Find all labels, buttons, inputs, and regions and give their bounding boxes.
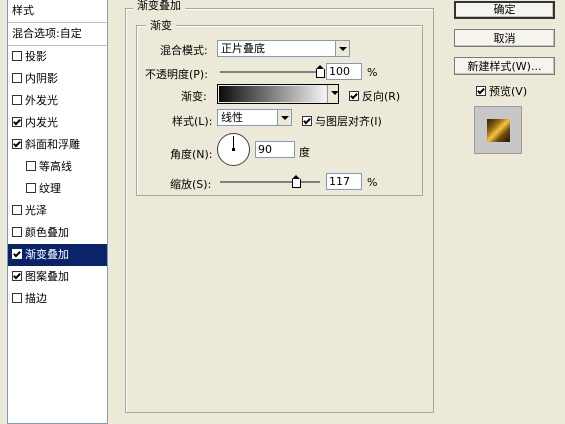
reverse-check-icon — [349, 91, 359, 101]
reverse-label: 反向(R) — [362, 90, 401, 103]
style-select[interactable]: 线性 — [217, 109, 292, 126]
checkbox-icon[interactable] — [12, 227, 22, 237]
style-item[interactable]: 光泽 — [8, 200, 107, 222]
style-item-label: 外发光 — [25, 94, 58, 107]
angle-label: 角度(N): — [170, 148, 213, 161]
style-item-label: 纹理 — [39, 182, 61, 195]
checkbox-icon[interactable] — [12, 51, 22, 61]
style-item-label: 颜色叠加 — [25, 226, 69, 239]
checkbox-icon[interactable] — [12, 205, 22, 215]
style-item-label: 投影 — [25, 50, 47, 63]
gradient-picker[interactable] — [217, 84, 339, 104]
style-item-label: 内阴影 — [25, 72, 58, 85]
angle-input[interactable]: 90 — [255, 141, 295, 158]
style-item-label: 混合选项:自定 — [12, 27, 82, 40]
blend-mode-value: 正片叠底 — [221, 42, 265, 55]
style-value: 线性 — [221, 111, 243, 124]
scale-slider-track[interactable] — [220, 181, 320, 183]
style-item[interactable]: 斜面和浮雕 — [8, 134, 107, 156]
align-with-layer-checkbox[interactable]: 与图层对齐(I) — [302, 113, 382, 129]
ok-button[interactable]: 确定 — [454, 1, 555, 19]
style-item[interactable]: 内发光 — [8, 112, 107, 134]
style-item-label: 光泽 — [25, 204, 47, 217]
style-item[interactable]: 内阴影 — [8, 68, 107, 90]
style-item-label: 等高线 — [39, 160, 72, 173]
align-label: 与图层对齐(I) — [315, 115, 382, 128]
gradient-swatch — [219, 86, 326, 102]
chevron-down-icon — [327, 85, 339, 103]
style-item-label: 内发光 — [25, 116, 58, 129]
checkbox-icon[interactable] — [12, 293, 22, 303]
style-item[interactable]: 图案叠加 — [8, 266, 107, 288]
scale-label: 缩放(S): — [170, 178, 212, 191]
style-item-label: 图案叠加 — [25, 270, 69, 283]
scale-input[interactable]: 117 — [326, 173, 362, 190]
gold-texture-swatch — [487, 119, 510, 142]
opacity-percent: % — [367, 66, 378, 79]
new-style-button[interactable]: 新建样式(W)... — [454, 57, 555, 75]
style-item[interactable]: 等高线 — [8, 156, 107, 178]
checkbox-icon[interactable] — [26, 161, 36, 171]
checkbox-icon[interactable] — [12, 139, 22, 149]
checkbox-icon[interactable] — [12, 73, 22, 83]
angle-dial[interactable] — [217, 133, 250, 166]
style-item-label: 描边 — [25, 292, 47, 305]
style-item[interactable]: 投影 — [8, 46, 107, 68]
style-item[interactable]: 渐变叠加 — [8, 244, 107, 266]
reverse-checkbox[interactable]: 反向(R) — [349, 88, 400, 104]
chevron-down-icon — [335, 41, 349, 56]
style-item[interactable]: 颜色叠加 — [8, 222, 107, 244]
style-item-label: 斜面和浮雕 — [25, 138, 80, 151]
styles-list: 混合选项:自定投影内阴影外发光内发光斜面和浮雕等高线纹理光泽颜色叠加渐变叠加图案… — [8, 23, 107, 310]
angle-unit: 度 — [299, 146, 310, 159]
angle-dial-center — [232, 148, 235, 151]
checkbox-icon[interactable] — [12, 249, 22, 259]
checkbox-icon[interactable] — [12, 117, 22, 127]
style-item[interactable]: 描边 — [8, 288, 107, 310]
gradient-group-title: 渐变 — [146, 17, 176, 33]
checkbox-icon[interactable] — [12, 95, 22, 105]
preview-checkbox[interactable]: 预览(V) — [476, 83, 527, 99]
checkbox-icon[interactable] — [12, 271, 22, 281]
style-item-label: 渐变叠加 — [25, 248, 69, 261]
opacity-label: 不透明度(P): — [145, 68, 208, 81]
opacity-input[interactable]: 100 — [326, 63, 362, 80]
styles-panel: 样式 混合选项:自定投影内阴影外发光内发光斜面和浮雕等高线纹理光泽颜色叠加渐变叠… — [7, 0, 108, 424]
scale-slider-thumb[interactable] — [292, 175, 302, 188]
style-item[interactable]: 混合选项:自定 — [8, 23, 107, 46]
checkbox-icon[interactable] — [26, 183, 36, 193]
style-label: 样式(L): — [172, 115, 213, 128]
gradient-overlay-title: 渐变叠加 — [133, 0, 185, 13]
scale-percent: % — [367, 176, 378, 189]
style-item[interactable]: 外发光 — [8, 90, 107, 112]
opacity-slider-thumb[interactable] — [316, 65, 325, 78]
preview-thumbnail — [474, 106, 522, 154]
opacity-slider-track[interactable] — [220, 71, 320, 73]
align-check-icon — [302, 116, 312, 126]
style-item[interactable]: 纹理 — [8, 178, 107, 200]
styles-header: 样式 — [8, 0, 107, 23]
blend-mode-select[interactable]: 正片叠底 — [217, 40, 350, 57]
preview-check-icon — [476, 86, 486, 96]
chevron-down-icon — [277, 110, 291, 125]
preview-label: 预览(V) — [489, 85, 528, 98]
cancel-button[interactable]: 取消 — [454, 29, 555, 47]
blend-mode-label: 混合模式: — [160, 44, 208, 57]
gradient-label: 渐变: — [181, 90, 207, 103]
